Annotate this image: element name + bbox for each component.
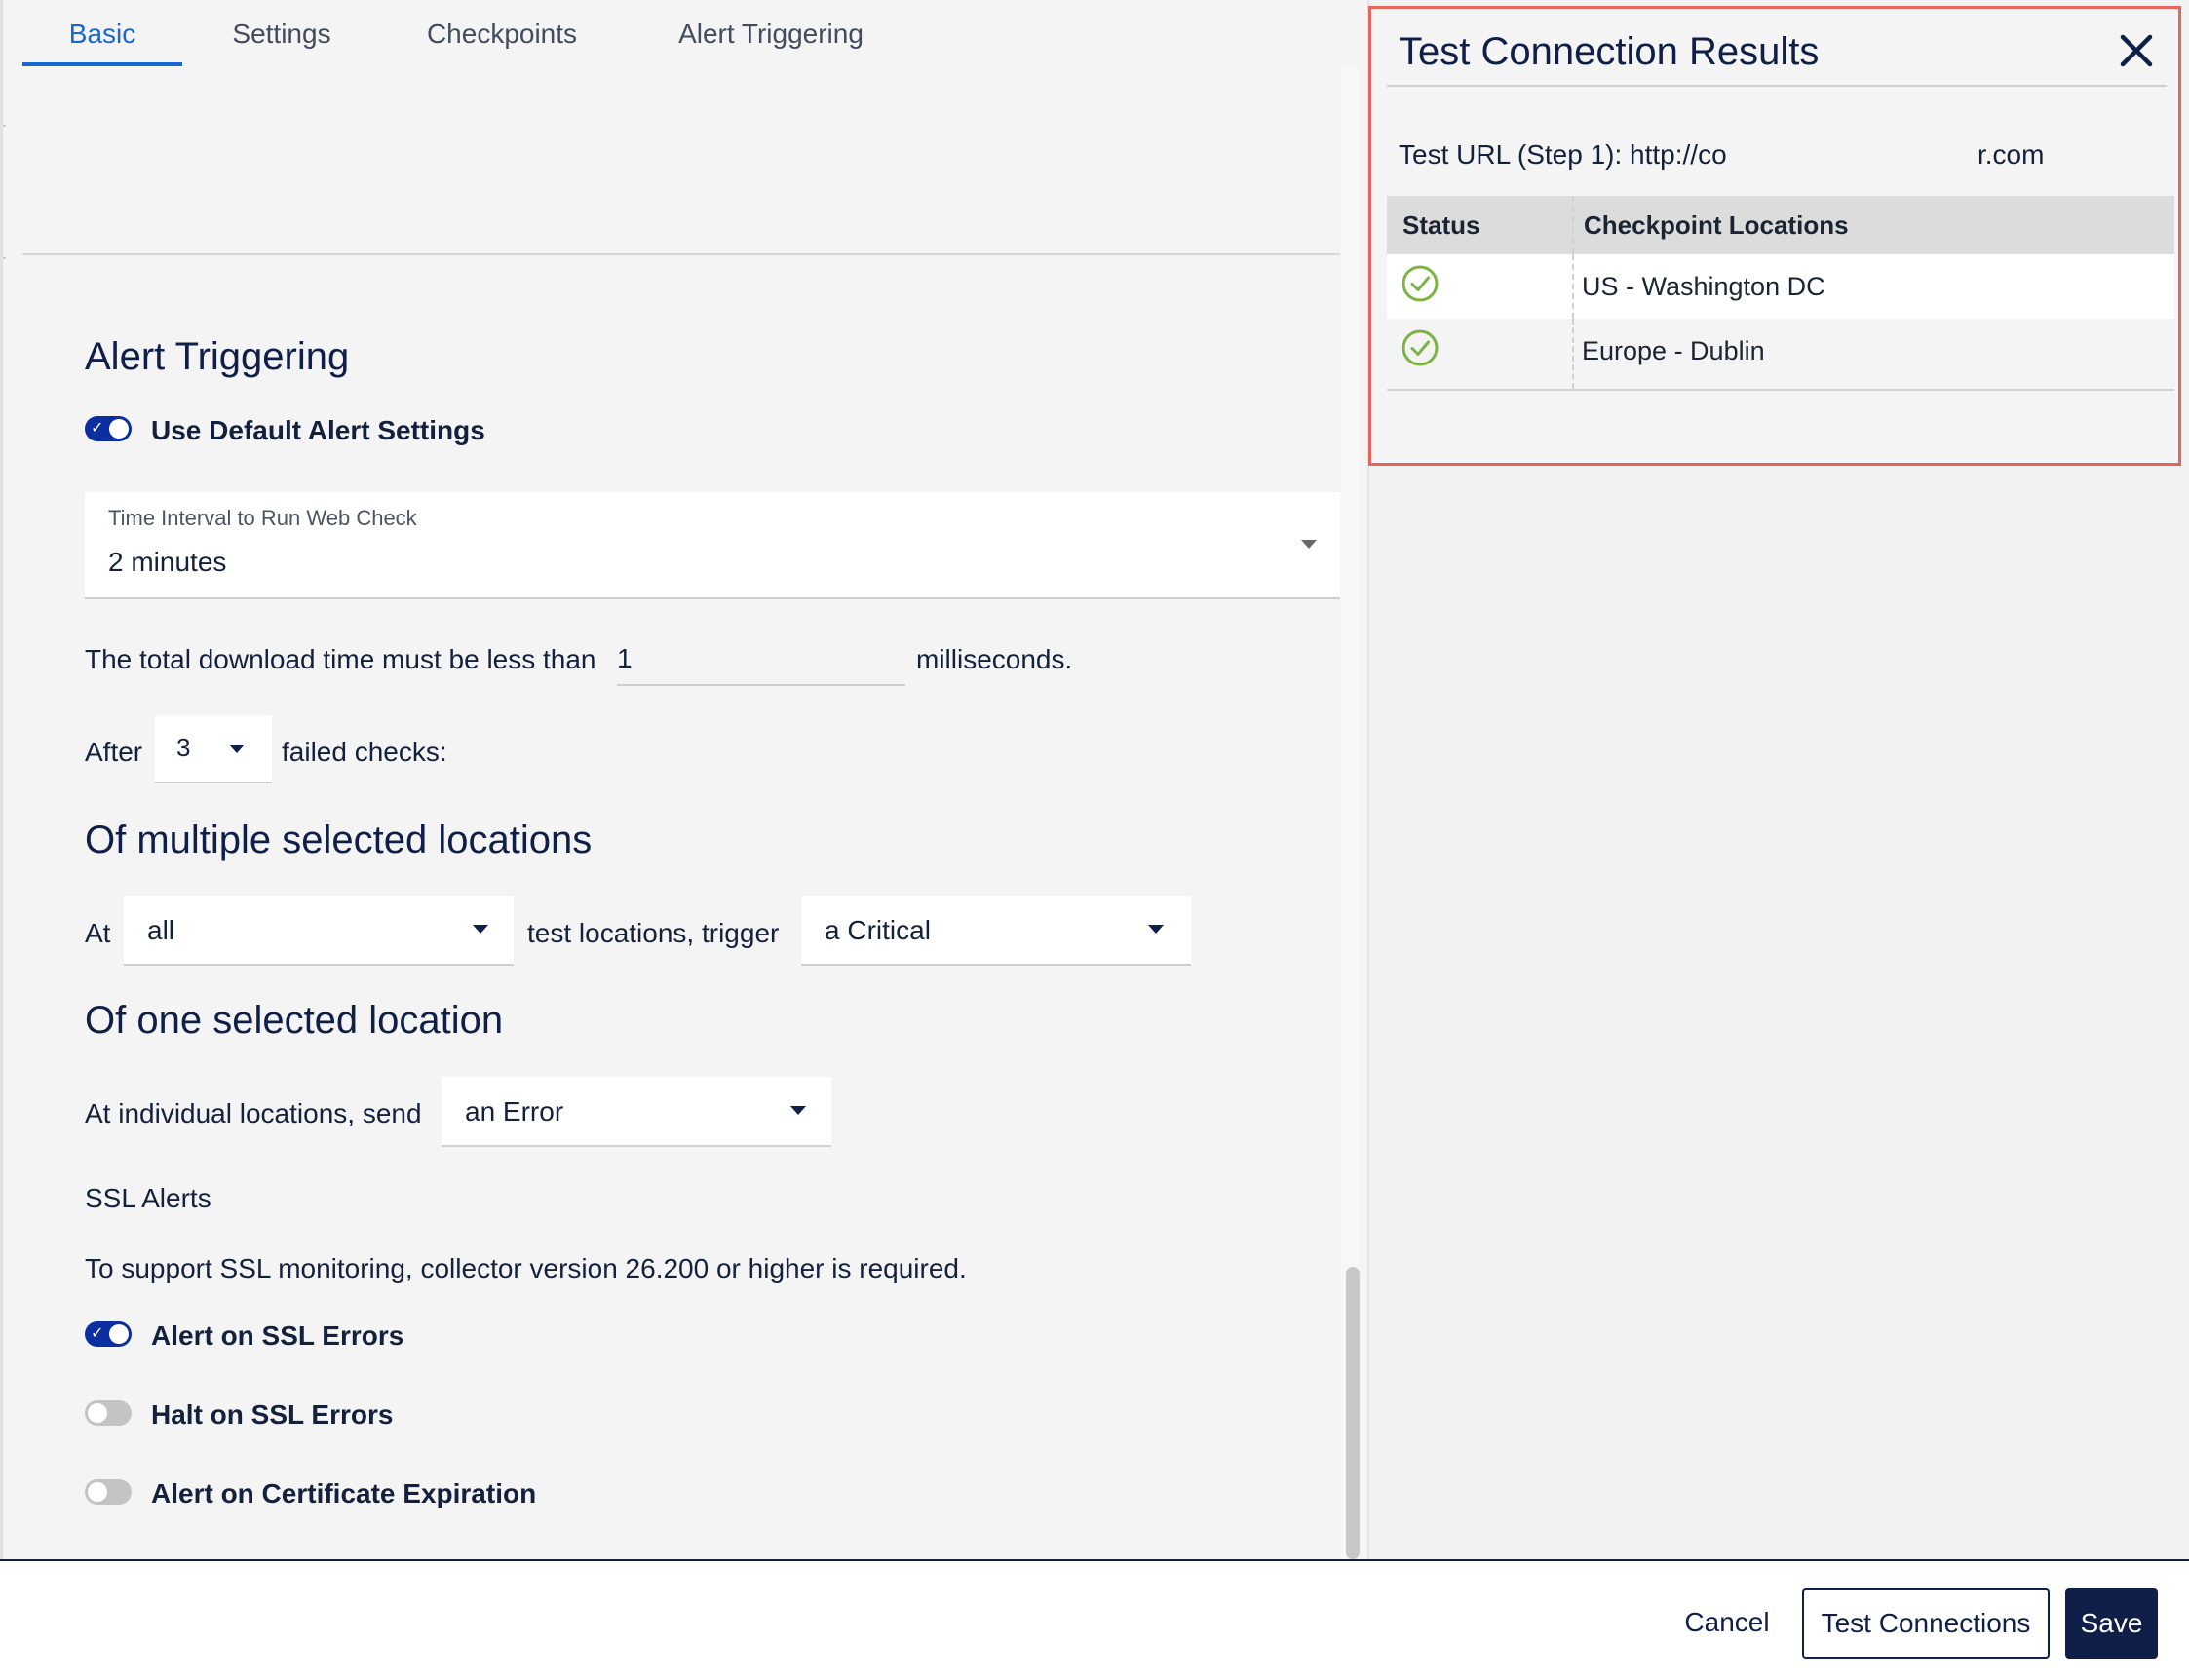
- check-icon: ✓: [91, 1325, 104, 1342]
- single-severity-value: an Error: [465, 1096, 564, 1126]
- section-divider: [22, 253, 1340, 255]
- column-header-locations: Checkpoint Locations: [1584, 210, 1849, 240]
- test-connections-button[interactable]: Test Connections: [1802, 1588, 2050, 1659]
- after-label: After: [85, 737, 143, 767]
- column-separator: [1572, 254, 1574, 319]
- download-time-suffix: milliseconds.: [916, 644, 1073, 674]
- results-table-header: Status Checkpoint Locations: [1387, 196, 2174, 254]
- download-time-input[interactable]: 1: [617, 635, 905, 686]
- alert-ssl-errors-label: Alert on SSL Errors: [151, 1320, 404, 1351]
- chevron-down-icon: [790, 1106, 806, 1115]
- toggle-knob: [109, 1324, 129, 1344]
- cancel-button[interactable]: Cancel: [1667, 1590, 1787, 1655]
- chevron-down-icon: [229, 745, 245, 753]
- halt-ssl-errors-toggle[interactable]: [85, 1400, 132, 1426]
- one-location-heading: Of one selected location: [85, 999, 504, 1042]
- check-circle-icon: [1402, 329, 1439, 366]
- halt-ssl-errors-label: Halt on SSL Errors: [151, 1399, 394, 1430]
- multiple-locations-heading: Of multiple selected locations: [85, 819, 593, 861]
- toggle-knob: [109, 419, 129, 439]
- tab-checkpoints[interactable]: Checkpoints: [412, 0, 592, 68]
- alert-ssl-errors-toggle[interactable]: ✓: [85, 1321, 132, 1347]
- column-separator: [1572, 319, 1574, 389]
- locations-select[interactable]: all: [124, 896, 514, 966]
- results-title: Test Connection Results: [1399, 30, 1820, 73]
- time-interval-select[interactable]: Time Interval to Run Web Check 2 minutes: [85, 492, 1342, 599]
- table-row: Europe - Dublin: [1387, 319, 2174, 389]
- individual-locations-label: At individual locations, send: [85, 1098, 422, 1128]
- chevron-down-icon: [1148, 925, 1164, 934]
- active-tab-indicator: [22, 62, 182, 66]
- failed-checks-value: 3: [176, 733, 191, 762]
- at-label: At: [85, 918, 111, 948]
- failed-checks-select[interactable]: 3: [155, 715, 272, 783]
- column-separator: [1572, 196, 1574, 254]
- dialog-footer: Cancel Test Connections Save: [0, 1559, 2189, 1680]
- close-icon[interactable]: [2116, 30, 2157, 71]
- use-default-alert-label: Use Default Alert Settings: [151, 415, 485, 445]
- alert-cert-expiration-toggle[interactable]: [85, 1479, 132, 1505]
- use-default-alert-toggle[interactable]: ✓: [85, 416, 132, 441]
- checkpoint-location: US - Washington DC: [1582, 271, 1825, 301]
- tab-settings[interactable]: Settings: [213, 0, 350, 68]
- toggle-knob: [88, 1403, 107, 1423]
- multi-severity-select[interactable]: a Critical: [801, 896, 1191, 966]
- ssl-note: To support SSL monitoring, collector ver…: [85, 1253, 967, 1283]
- form-pane: Basic Settings Checkpoints Alert Trigger…: [0, 0, 1355, 1559]
- alert-cert-expiration-label: Alert on Certificate Expiration: [151, 1478, 537, 1508]
- time-interval-label: Time Interval to Run Web Check: [108, 506, 417, 530]
- ssl-alerts-heading: SSL Alerts: [85, 1183, 211, 1213]
- test-url-prefix: Test URL (Step 1): http://co: [1399, 139, 1727, 170]
- alert-triggering-heading: Alert Triggering: [85, 335, 350, 378]
- results-divider: [1387, 85, 2167, 87]
- tab-basic[interactable]: Basic: [22, 0, 182, 68]
- tab-alert-triggering[interactable]: Alert Triggering: [658, 0, 884, 68]
- multi-severity-value: a Critical: [825, 915, 931, 945]
- chevron-down-icon: [1301, 540, 1317, 549]
- table-bottom-border: [1387, 389, 2174, 391]
- download-time-prefix: The total download time must be less tha…: [85, 644, 596, 674]
- edge-mark: [3, 257, 6, 259]
- time-interval-value: 2 minutes: [108, 547, 227, 577]
- toggle-knob: [88, 1482, 107, 1502]
- check-circle-icon: [1402, 265, 1439, 302]
- locations-value: all: [147, 915, 175, 945]
- check-icon: ✓: [91, 420, 104, 437]
- scrollbar-thumb[interactable]: [1346, 1267, 1360, 1559]
- test-url-suffix: r.com: [1978, 139, 2045, 170]
- chevron-down-icon: [473, 925, 488, 934]
- column-header-status: Status: [1402, 210, 1480, 240]
- test-locations-trigger-label: test locations, trigger: [527, 918, 780, 948]
- table-row: US - Washington DC: [1387, 254, 2174, 319]
- save-button[interactable]: Save: [2065, 1588, 2158, 1659]
- checkpoint-location: Europe - Dublin: [1582, 335, 1765, 365]
- failed-checks-suffix: failed checks:: [282, 737, 447, 767]
- edge-mark: [3, 125, 6, 127]
- single-severity-select[interactable]: an Error: [442, 1077, 831, 1147]
- test-connection-results-panel: Test Connection Results Test URL (Step 1…: [1368, 6, 2181, 466]
